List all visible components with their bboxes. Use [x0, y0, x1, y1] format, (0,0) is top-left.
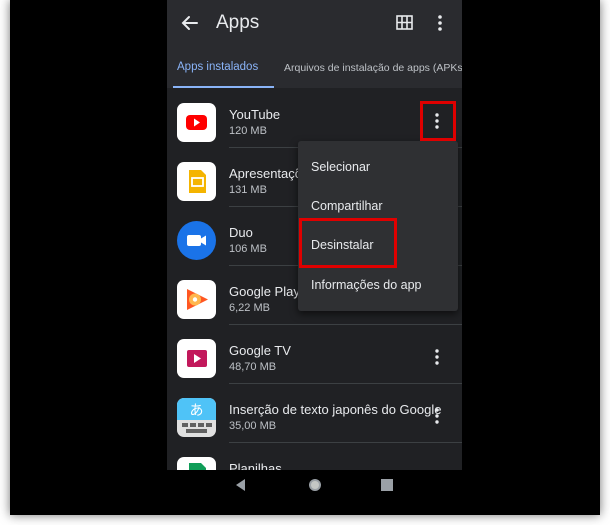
japanese-input-icon: あ	[177, 398, 216, 437]
recents-square-icon[interactable]	[377, 476, 397, 494]
menu-item-select[interactable]: Selecionar	[311, 160, 370, 174]
app-size: 120 MB	[229, 125, 267, 137]
menu-item-app-info[interactable]: Informações do app	[311, 278, 422, 292]
back-triangle-icon[interactable]	[231, 476, 251, 494]
back-arrow-icon[interactable]	[177, 10, 203, 36]
app-name: Inserção de texto japonês do Google	[229, 402, 442, 417]
row-divider	[229, 383, 462, 384]
app-name: Duo	[229, 225, 253, 240]
google-play-music-icon	[177, 280, 216, 319]
grid-view-icon[interactable]	[394, 12, 416, 34]
tab-apk-files[interactable]: Arquivos de instalação de apps (APKs)	[284, 62, 462, 74]
row-divider	[229, 442, 462, 443]
app-size: 131 MB	[229, 184, 267, 196]
app-bar: Apps Apps instalados Arquivos de instala…	[167, 0, 462, 88]
app-name: Google TV	[229, 343, 291, 358]
app-size: 6,22 MB	[229, 302, 270, 314]
app-name: YouTube	[229, 107, 281, 122]
tab-indicator	[173, 86, 274, 88]
row-divider	[229, 324, 462, 325]
menu-item-share[interactable]: Compartilhar	[311, 199, 383, 213]
home-circle-icon[interactable]	[305, 476, 325, 494]
app-row-japanese-input[interactable]: あ Inserção de texto japonês do Google 35…	[167, 395, 462, 454]
app-size: 48,70 MB	[229, 361, 277, 373]
highlight-uninstall	[299, 218, 397, 268]
app-row-google-tv[interactable]: Google TV 48,70 MB	[167, 336, 462, 395]
page-title: Apps	[216, 12, 260, 33]
duo-icon	[177, 221, 216, 260]
more-vert-icon[interactable]	[431, 12, 449, 34]
system-nav-bar	[167, 470, 462, 500]
highlight-more-button	[420, 101, 456, 141]
svg-text:あ: あ	[190, 403, 204, 419]
google-tv-icon	[177, 339, 216, 378]
app-size: 106 MB	[229, 243, 267, 255]
more-vert-icon[interactable]	[429, 405, 445, 427]
app-size: 35,00 MB	[229, 420, 277, 432]
more-vert-icon[interactable]	[429, 346, 445, 368]
google-slides-icon	[177, 162, 216, 201]
google-sheets-icon	[177, 457, 216, 470]
app-name: Planilhas	[229, 461, 282, 470]
youtube-icon	[177, 103, 216, 142]
app-row-sheets[interactable]: Planilhas	[167, 454, 462, 470]
tab-installed-apps[interactable]: Apps instalados	[177, 61, 258, 73]
